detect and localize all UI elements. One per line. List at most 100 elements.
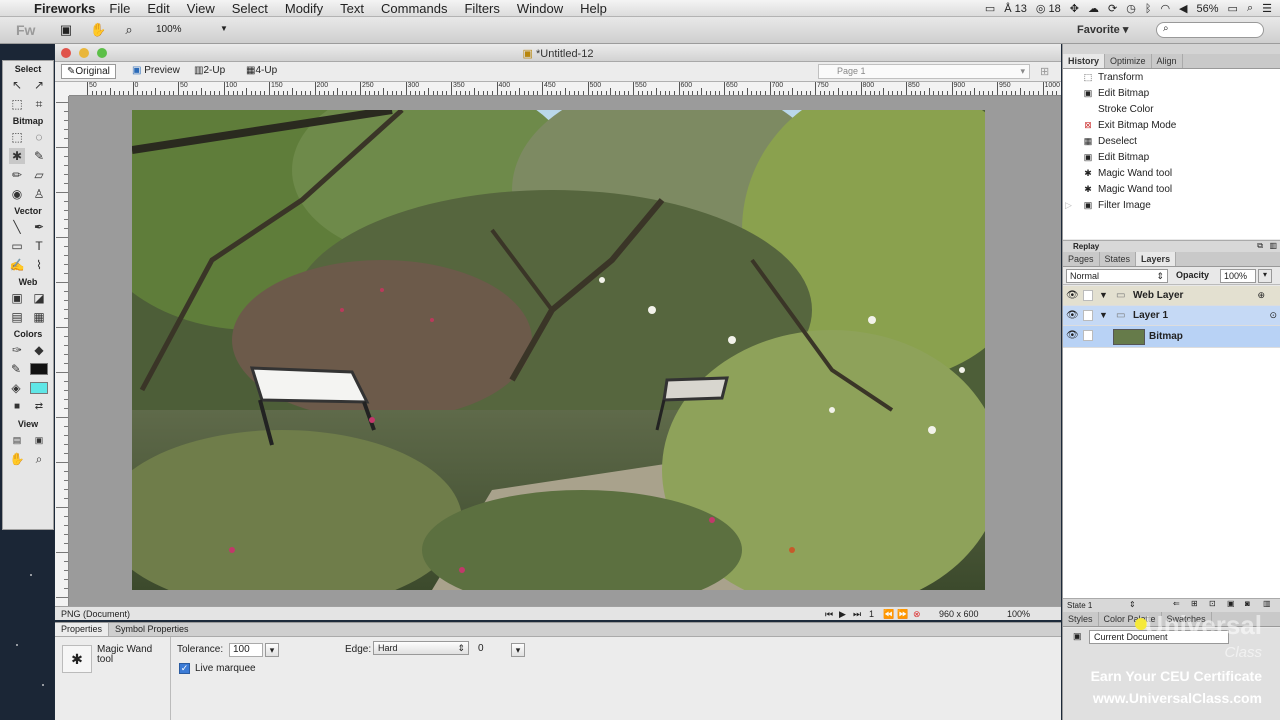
menu-filters[interactable]: Filters <box>464 1 499 16</box>
freeform-tool-icon[interactable]: ✍ <box>9 257 25 273</box>
paint-bucket-tool-icon[interactable]: ◆ <box>31 342 47 358</box>
live-marquee-checkbox[interactable]: ✓ <box>179 663 190 674</box>
app-name-menu[interactable]: Fireworks <box>34 1 95 16</box>
lock-checkbox[interactable] <box>1083 290 1093 301</box>
opacity-input[interactable]: 100% <box>1220 269 1256 283</box>
history-item[interactable]: ⬚ Transform <box>1063 69 1280 85</box>
share-layer-icon[interactable]: ⇐ <box>1173 599 1180 608</box>
eye-icon[interactable]: 👁 <box>1066 330 1079 341</box>
tab-styles[interactable]: Styles <box>1063 612 1099 626</box>
pencil-tool-icon[interactable]: ✏ <box>9 167 25 183</box>
new-sublayer-icon[interactable]: ⊞ <box>1191 599 1198 608</box>
battery-percent[interactable]: 56% <box>1197 3 1219 15</box>
menu-modify[interactable]: Modify <box>285 1 323 16</box>
eyedropper-tool-icon[interactable]: ✑ <box>9 342 25 358</box>
tab-layers[interactable]: Layers <box>1136 252 1177 266</box>
magnifier-icon[interactable]: ⌕ <box>121 22 137 38</box>
rectangle-tool-icon[interactable]: ▭ <box>9 238 25 254</box>
prev-frame-icon[interactable]: ⏪ <box>883 609 894 620</box>
view-original-button[interactable]: ✎Original <box>61 64 116 79</box>
document-icon[interactable]: ▣ <box>58 22 74 38</box>
tab-align[interactable]: Align <box>1152 54 1183 68</box>
pen-tool-icon[interactable]: ✒ <box>31 219 47 235</box>
menu-help[interactable]: Help <box>580 1 607 16</box>
feather-slider-button[interactable]: ▾ <box>511 643 525 657</box>
dropbox-icon[interactable]: ✥ <box>1070 2 1079 15</box>
blur-tool-icon[interactable]: ◉ <box>9 186 25 202</box>
state-select[interactable]: State 1 <box>1067 601 1092 610</box>
status-zoom[interactable]: 100% <box>1007 609 1030 619</box>
tolerance-input[interactable]: 100 <box>229 643 263 657</box>
wifi-icon[interactable]: ◠ <box>1160 2 1170 15</box>
lock-checkbox[interactable] <box>1083 330 1093 341</box>
stroke-color-swatch[interactable] <box>30 362 48 375</box>
bluetooth-icon[interactable]: ᛒ <box>1145 3 1152 15</box>
tab-pages[interactable]: Pages <box>1063 252 1100 266</box>
fill-color-icon[interactable]: ◈ <box>8 380 24 396</box>
history-item[interactable]: Stroke Color <box>1063 101 1280 117</box>
cc-icon[interactable]: ◎ 18 <box>1036 2 1061 15</box>
edge-select[interactable]: Hard ⇕ <box>373 641 469 655</box>
history-item[interactable]: ▷ ▣ Filter Image <box>1063 197 1280 213</box>
spotlight-icon[interactable]: ⌕ <box>1247 2 1253 15</box>
subselect-tool-icon[interactable]: ↗ <box>31 77 47 93</box>
menu-text[interactable]: Text <box>340 1 364 16</box>
expand-triangle-icon[interactable]: ▼ <box>1099 290 1108 300</box>
pointer-tool-icon[interactable]: ↖ <box>9 77 25 93</box>
tolerance-slider-button[interactable]: ▾ <box>265 643 279 657</box>
view-2up-button[interactable]: ▥2-Up <box>189 64 230 79</box>
feather-input[interactable]: 0 <box>475 643 509 657</box>
rubber-stamp-tool-icon[interactable]: ♙ <box>31 186 47 202</box>
knife-tool-icon[interactable]: ⌇ <box>31 257 47 273</box>
menu-edit[interactable]: Edit <box>147 1 169 16</box>
hand-tool-icon[interactable]: ✋ <box>9 451 25 467</box>
expand-triangle-icon[interactable]: ▼ <box>1099 310 1108 320</box>
eraser-tool-icon[interactable]: ▱ <box>31 167 47 183</box>
new-bitmap-icon[interactable]: ▣ <box>1227 599 1235 608</box>
crop-tool-icon[interactable]: ⌗ <box>31 96 47 112</box>
next-frame-icon[interactable]: ⏩ <box>897 609 908 620</box>
tab-history[interactable]: History <box>1063 54 1106 68</box>
opacity-slider-button[interactable]: ▾ <box>1258 269 1272 283</box>
fill-color-swatch[interactable] <box>30 381 48 394</box>
brush-tool-icon[interactable]: ✎ <box>31 148 47 164</box>
eye-icon[interactable]: 👁 <box>1066 290 1079 301</box>
menu-view[interactable]: View <box>187 1 215 16</box>
slice-tool-icon[interactable]: ◪ <box>31 290 47 306</box>
scale-tool-icon[interactable]: ⬚ <box>9 96 25 112</box>
stroke-color-icon[interactable]: ✎ <box>8 361 24 377</box>
line-tool-icon[interactable]: ╲ <box>9 219 25 235</box>
history-item[interactable]: ▣ Edit Bitmap <box>1063 85 1280 101</box>
volume-icon[interactable]: ◀ <box>1179 2 1187 15</box>
trash-icon[interactable]: ▥ <box>1269 241 1277 250</box>
hide-slices-icon[interactable]: ▤ <box>9 309 25 325</box>
replay-button[interactable]: Replay <box>1073 242 1099 251</box>
hotspot-tool-icon[interactable]: ▣ <box>9 290 25 306</box>
play-icon[interactable]: ▶ <box>839 609 846 620</box>
text-tool-icon[interactable]: T <box>31 238 47 254</box>
zoom-select[interactable]: 100% <box>156 24 182 35</box>
screen-icon[interactable]: ▭ <box>985 2 995 15</box>
sync-icon[interactable]: ⟳ <box>1108 2 1117 15</box>
show-slices-icon[interactable]: ▦ <box>31 309 47 325</box>
time-machine-icon[interactable]: ◷ <box>1126 2 1136 15</box>
eye-icon[interactable]: 👁 <box>1066 310 1079 321</box>
history-item[interactable]: ⊠ Exit Bitmap Mode <box>1063 117 1280 133</box>
adobe-icon[interactable]: Å 13 <box>1004 3 1027 15</box>
layer-row-web[interactable]: 👁 ▼ ▭ Web Layer ⊕ <box>1063 286 1280 306</box>
hand-icon[interactable]: ✋ <box>90 22 106 38</box>
cloud-icon[interactable]: ☁ <box>1088 2 1099 15</box>
zoom-tool-icon[interactable]: ⌕ <box>31 451 47 467</box>
menu-select[interactable]: Select <box>232 1 268 16</box>
standard-screen-mode-icon[interactable]: ▤ <box>9 432 25 448</box>
stop-icon[interactable]: ⊗ <box>913 609 921 620</box>
first-frame-icon[interactable]: ⏮ <box>825 609 833 620</box>
copy-steps-icon[interactable]: ⧉ <box>1257 241 1263 251</box>
page-selector[interactable]: Page 1 ▾ <box>818 64 1030 79</box>
layer-row-bitmap[interactable]: 👁 Bitmap <box>1063 326 1280 348</box>
lasso-tool-icon[interactable]: ◌ <box>31 129 47 145</box>
workspace-switcher[interactable]: Favorite ▾ <box>1077 23 1128 36</box>
last-frame-icon[interactable]: ⏭ <box>853 609 861 620</box>
canvas-bitmap-image[interactable] <box>132 110 985 590</box>
menu-commands[interactable]: Commands <box>381 1 447 16</box>
